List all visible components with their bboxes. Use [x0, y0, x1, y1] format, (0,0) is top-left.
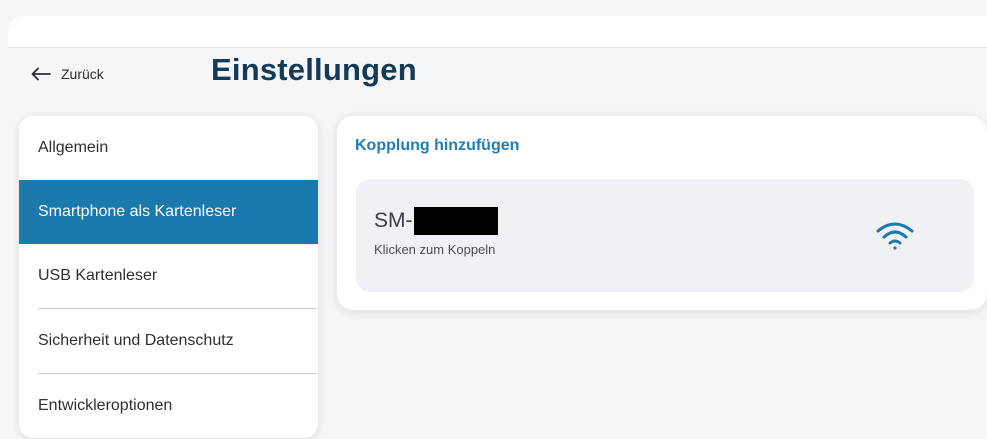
arrow-left-icon [31, 67, 51, 81]
page-title: Einstellungen [211, 52, 417, 87]
device-name-row: SM- [374, 207, 498, 235]
redaction-block [413, 207, 498, 235]
sidebar-item-label: Entwickleroptionen [38, 397, 173, 414]
device-hint: Klicken zum Koppeln [374, 242, 496, 257]
device-name: SM- [374, 209, 413, 232]
sidebar-item-usb-kartenleser[interactable]: USB Kartenleser [19, 244, 318, 308]
sidebar-item-label: Allgemein [38, 139, 109, 156]
back-label: Zurück [61, 66, 104, 82]
back-button[interactable]: Zurück [31, 62, 104, 86]
top-bar [0, 0, 987, 48]
device-pairing-card[interactable]: SM- Klicken zum Koppeln [356, 179, 974, 292]
sidebar-item-label: Smartphone als Kartenleser [38, 203, 237, 220]
section-title: Kopplung hinzufügen [355, 137, 520, 154]
top-bar-panel [8, 16, 987, 48]
sidebar-item-smartphone-als-kartenleser[interactable]: Smartphone als Kartenleser [19, 180, 318, 244]
sidebar-item-label: Sicherheit und Datenschutz [38, 332, 234, 349]
wifi-icon [876, 222, 914, 250]
sidebar-item-sicherheit-und-datenschutz[interactable]: Sicherheit und Datenschutz [19, 309, 318, 373]
sidebar-item-allgemein[interactable]: Allgemein [19, 116, 318, 180]
pairing-panel: Kopplung hinzufügen SM- Klicken zum Kopp… [337, 116, 987, 310]
settings-sidebar: Allgemein Smartphone als Kartenleser USB… [19, 116, 318, 438]
sidebar-item-label: USB Kartenleser [38, 267, 158, 284]
sidebar-item-entwickleroptionen[interactable]: Entwickleroptionen [19, 374, 318, 438]
